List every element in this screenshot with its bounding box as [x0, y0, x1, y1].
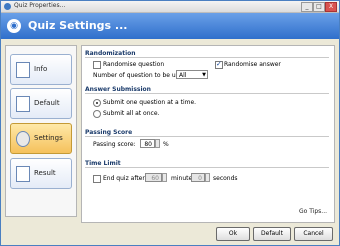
sidebar-item-label: Result: [34, 169, 56, 177]
divider: [85, 57, 329, 58]
minutes-input[interactable]: 60: [145, 173, 162, 182]
default-document-icon: [16, 96, 30, 112]
submit-one-label: Submit one question at a time.: [103, 99, 197, 106]
divider: [85, 167, 329, 168]
title-bar[interactable]: Quiz Properties... _ □ X: [1, 1, 339, 13]
divider: [85, 136, 329, 137]
sidebar-item-label: Settings: [34, 134, 63, 142]
page-title: Quiz Settings ...: [28, 19, 128, 32]
submit-all-radio[interactable]: [93, 110, 101, 118]
passing-score-heading: Passing Score: [85, 129, 133, 136]
end-quiz-label: End quiz after: [103, 175, 145, 182]
submit-all-label: Submit all at once.: [103, 110, 160, 117]
passing-score-label: Passing score:: [93, 141, 136, 148]
end-quiz-checkbox[interactable]: [93, 175, 101, 183]
randomise-answer-label: Randomise answer: [224, 61, 281, 68]
sidebar-item-settings[interactable]: Settings: [10, 123, 72, 154]
header-banner: ◉ Quiz Settings ...: [1, 13, 339, 39]
sidebar-item-label: Info: [34, 65, 48, 73]
randomise-answer-checkbox[interactable]: [215, 60, 223, 69]
seconds-label: seconds: [213, 175, 238, 182]
settings-panel: Randomization Randomise question Randomi…: [81, 45, 335, 223]
quiz-settings-icon: ◉: [7, 19, 21, 33]
passing-score-input[interactable]: 80: [140, 139, 155, 148]
app-icon: [4, 3, 11, 10]
sidebar: Info Default Settings Result: [5, 45, 77, 217]
go-tips-link[interactable]: Go Tips...: [299, 208, 327, 215]
randomise-question-label: Randomise question: [103, 61, 165, 68]
time-limit-heading: Time Limit: [85, 160, 121, 167]
percent-unit: %: [163, 141, 169, 148]
seconds-input[interactable]: 0: [191, 173, 205, 182]
cancel-button[interactable]: Cancel: [294, 227, 333, 241]
sidebar-item-label: Default: [34, 99, 60, 107]
minimize-button[interactable]: _: [301, 2, 313, 12]
settings-gear-icon: [16, 131, 30, 147]
randomise-question-checkbox[interactable]: [93, 61, 101, 69]
sidebar-item-default[interactable]: Default: [10, 88, 72, 119]
close-button[interactable]: X: [325, 2, 337, 12]
ok-button[interactable]: Ok: [216, 227, 250, 241]
seconds-spinner[interactable]: [205, 173, 210, 182]
sidebar-item-info[interactable]: Info: [10, 54, 72, 85]
divider: [85, 93, 329, 94]
answer-submission-heading: Answer Submission: [85, 86, 151, 93]
default-button[interactable]: Default: [253, 227, 291, 241]
passing-score-spinner[interactable]: [155, 139, 160, 148]
result-check-icon: [16, 166, 30, 182]
chevron-down-icon: ▼: [202, 72, 206, 78]
submit-one-radio[interactable]: [93, 99, 101, 107]
sidebar-item-result[interactable]: Result: [10, 158, 72, 189]
question-count-select[interactable]: All ▼: [176, 70, 208, 79]
maximize-button[interactable]: □: [313, 2, 325, 12]
minutes-spinner[interactable]: [162, 173, 167, 182]
info-document-icon: [16, 62, 30, 78]
window-title: Quiz Properties...: [14, 2, 66, 9]
quiz-properties-window: Quiz Properties... _ □ X ◉ Quiz Settings…: [0, 0, 340, 246]
question-count-value: All: [179, 72, 187, 79]
question-count-label: Number of question to be used:: [93, 72, 189, 79]
randomization-heading: Randomization: [85, 50, 136, 57]
